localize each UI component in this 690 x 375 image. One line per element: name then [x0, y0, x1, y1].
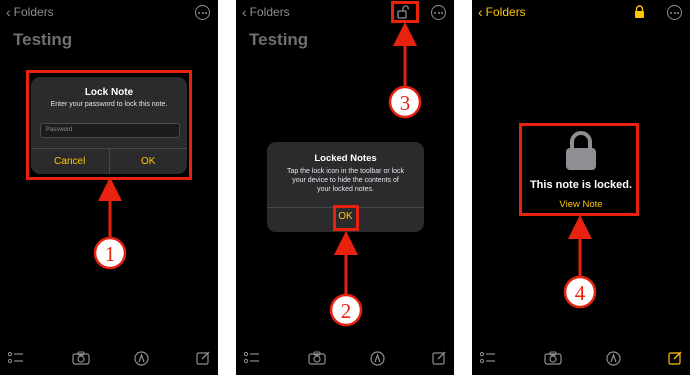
chevron-left-icon: ‹	[6, 4, 11, 20]
compass-icon[interactable]	[134, 351, 149, 366]
back-label: Folders	[13, 5, 54, 19]
dialog-message-line: your device to hide the contents of	[292, 177, 399, 184]
checklist-icon[interactable]	[244, 351, 260, 365]
bottom-toolbar	[0, 349, 218, 371]
back-button[interactable]: ‹ Folders	[242, 5, 290, 19]
more-icon[interactable]	[667, 5, 682, 20]
navigation-bar: ‹ Folders	[472, 0, 690, 26]
phone-screen-lock-note: ‹ Folders Testing Lock Note Enter your p…	[0, 0, 218, 375]
compass-icon[interactable]	[370, 351, 385, 366]
navigation-bar: ‹ Folders	[0, 0, 218, 26]
dialog-title: Locked Notes	[314, 153, 377, 164]
camera-icon[interactable]	[308, 351, 326, 365]
dialog-message-line: Tap the lock icon in the toolbar or lock	[286, 168, 405, 175]
more-icon[interactable]	[431, 5, 446, 20]
compose-icon[interactable]	[432, 351, 446, 365]
checklist-icon[interactable]	[8, 351, 24, 365]
compass-icon[interactable]	[606, 351, 621, 366]
camera-icon[interactable]	[544, 351, 562, 365]
back-button[interactable]: ‹ Folders	[6, 5, 54, 19]
more-icon[interactable]	[195, 5, 210, 20]
highlight-box-lock-dialog	[26, 70, 192, 180]
compose-icon[interactable]	[196, 351, 210, 365]
bottom-toolbar	[472, 349, 690, 371]
back-button[interactable]: ‹ Folders	[478, 5, 526, 19]
dialog-message-line: your locked notes.	[317, 186, 374, 193]
highlight-box-ok-button	[333, 205, 359, 231]
back-label: Folders	[485, 5, 526, 19]
note-title: Testing	[249, 30, 309, 49]
chevron-left-icon: ‹	[242, 4, 247, 20]
camera-icon[interactable]	[72, 351, 90, 365]
note-title: Testing	[13, 30, 73, 49]
highlight-box-lock-icon	[391, 1, 419, 23]
highlight-box-locked-note	[519, 123, 639, 216]
checklist-icon[interactable]	[480, 351, 496, 365]
lock-icon[interactable]	[634, 5, 645, 19]
chevron-left-icon: ‹	[478, 4, 483, 20]
dialog-message: Tap the lock icon in the toolbar or lock…	[276, 167, 415, 194]
compose-icon[interactable]	[668, 351, 682, 365]
navigation-bar: ‹ Folders	[236, 0, 454, 26]
bottom-toolbar	[236, 349, 454, 371]
back-label: Folders	[249, 5, 290, 19]
phone-screen-locked-notes-info: ‹ Folders Testing Locked Notes Tap the l…	[236, 0, 454, 375]
